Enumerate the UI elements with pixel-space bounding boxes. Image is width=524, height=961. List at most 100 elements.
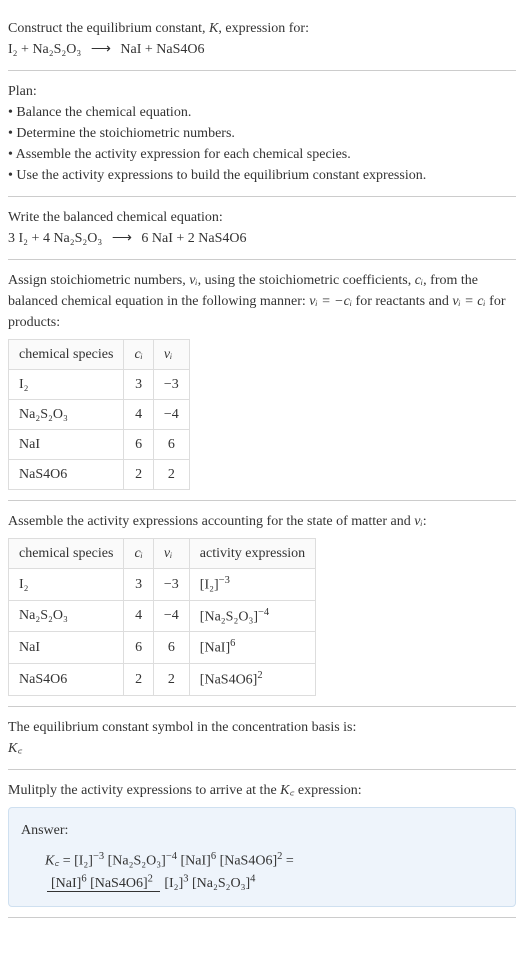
intro-equation: I₂ + Na₂S₂O₃ ⟶ NaI + NaS4O6: [8, 39, 516, 60]
act-exp: 6: [230, 638, 235, 649]
assign-text: Assign stoichiometric numbers, νᵢ, using…: [8, 270, 516, 333]
cell-c: 3: [124, 370, 153, 400]
answer-box: Answer: K꜀ = [I₂]−3 [Na₂S₂O₃]−4 [NaI]6 […: [8, 807, 516, 907]
cell-species: NaS4O6: [9, 460, 124, 490]
table-row: Na₂S₂O₃4−4: [9, 400, 190, 430]
act-base: [NaS4O6]: [200, 673, 258, 688]
table-row: NaI66: [9, 430, 190, 460]
plan-bullet: • Balance the chemical equation.: [8, 102, 516, 123]
intro-text-b: , expression for:: [218, 21, 309, 36]
multiply-t: expression:: [294, 783, 361, 798]
cell-species: NaI: [9, 430, 124, 460]
activity-nu: νᵢ: [414, 514, 422, 529]
cell-species: Na₂S₂O₃: [9, 600, 124, 632]
assign-section: Assign stoichiometric numbers, νᵢ, using…: [8, 260, 516, 501]
cell-v: 6: [153, 430, 189, 460]
intro-section: Construct the equilibrium constant, K, e…: [8, 8, 516, 71]
col-header: cᵢ: [124, 340, 153, 370]
cell-species: NaS4O6: [9, 663, 124, 695]
plan-section: Plan: • Balance the chemical equation. •…: [8, 71, 516, 197]
cell-species: I₂: [9, 569, 124, 601]
balanced-right: 6 NaI + 2 NaS4O6: [141, 231, 246, 246]
table-row: I₂ 3 −3 [I₂]−3: [9, 569, 316, 601]
term-exp: 6: [81, 873, 86, 884]
cell-v: 2: [153, 460, 189, 490]
assign-table: chemical species cᵢ νᵢ I₂3−3 Na₂S₂O₃4−4 …: [8, 339, 190, 490]
symbol-kc: K꜀: [8, 738, 516, 759]
balanced-section: Write the balanced chemical equation: 3 …: [8, 197, 516, 260]
answer-label: Answer:: [21, 820, 503, 841]
act-base: [I₂]: [200, 578, 219, 593]
cell-v: −3: [153, 569, 189, 601]
cell-species: Na₂S₂O₃: [9, 400, 124, 430]
balanced-equation: 3 I₂ + 4 Na₂S₂O₃ ⟶ 6 NaI + 2 NaS4O6: [8, 228, 516, 249]
table-row: NaS4O622: [9, 460, 190, 490]
multiply-t: Mulitply the activity expressions to arr…: [8, 783, 280, 798]
cell-species: I₂: [9, 370, 124, 400]
cell-activity: [Na₂S₂O₃]−4: [189, 600, 315, 632]
activity-table: chemical species cᵢ νᵢ activity expressi…: [8, 538, 316, 696]
cell-v: 6: [153, 632, 189, 664]
act-base: [NaI]: [200, 641, 230, 656]
eq-right: NaI + NaS4O6: [120, 42, 204, 57]
cell-c: 2: [124, 663, 153, 695]
cell-c: 4: [124, 600, 153, 632]
col-header: chemical species: [9, 340, 124, 370]
plan-bullet: • Determine the stoichiometric numbers.: [8, 123, 516, 144]
multiply-section: Mulitply the activity expressions to arr…: [8, 770, 516, 918]
symbol-line: The equilibrium constant symbol in the c…: [8, 717, 516, 738]
term-base: [NaI]: [181, 853, 211, 868]
assign-rel: νᵢ = cᵢ: [452, 294, 485, 309]
intro-line: Construct the equilibrium constant, K, e…: [8, 18, 516, 39]
table-header-row: chemical species cᵢ νᵢ: [9, 340, 190, 370]
answer-kc: K꜀: [45, 853, 59, 868]
cell-c: 3: [124, 569, 153, 601]
col-header: cᵢ: [124, 539, 153, 569]
numerator: [NaI]6 [NaS4O6]2: [47, 876, 160, 892]
act-exp: −4: [258, 607, 269, 618]
assign-rel: νᵢ = −cᵢ: [309, 294, 352, 309]
col-header: νᵢ: [153, 340, 189, 370]
term-exp: 3: [183, 873, 188, 884]
assign-t: Assign stoichiometric numbers,: [8, 273, 189, 288]
multiply-kc: K꜀: [280, 783, 294, 798]
term-base: [Na₂S₂O₃]: [108, 853, 166, 868]
assign-t: , using the stoichiometric coefficients,: [198, 273, 415, 288]
table-row: I₂3−3: [9, 370, 190, 400]
term-exp: −3: [93, 851, 104, 862]
act-exp: −3: [219, 575, 230, 586]
cell-c: 2: [124, 460, 153, 490]
col-header: activity expression: [189, 539, 315, 569]
term-base: [Na₂S₂O₃]: [192, 876, 250, 891]
table-header-row: chemical species cᵢ νᵢ activity expressi…: [9, 539, 316, 569]
cell-c: 6: [124, 632, 153, 664]
answer-eq: =: [59, 853, 74, 868]
term-base: [I₂]: [164, 876, 183, 891]
act-base: [Na₂S₂O₃]: [200, 609, 258, 624]
cell-c: 4: [124, 400, 153, 430]
denominator: [I₂]3 [Na₂S₂O₃]4: [160, 876, 259, 891]
col-header: chemical species: [9, 539, 124, 569]
arrow-icon: ⟶: [112, 228, 132, 249]
activity-t: Assemble the activity expressions accoun…: [8, 514, 414, 529]
cell-v: −4: [153, 400, 189, 430]
symbol-section: The equilibrium constant symbol in the c…: [8, 707, 516, 770]
fraction: [NaI]6 [NaS4O6]2 [I₂]3 [Na₂S₂O₃]4: [47, 871, 259, 894]
plan-bullet: • Use the activity expressions to build …: [8, 165, 516, 186]
term-base: [NaS4O6]: [220, 853, 278, 868]
answer-eq: =: [282, 853, 293, 868]
cell-activity: [NaI]6: [189, 632, 315, 664]
table-row: Na₂S₂O₃ 4 −4 [Na₂S₂O₃]−4: [9, 600, 316, 632]
term-exp: 4: [250, 873, 255, 884]
term-exp: 6: [211, 851, 216, 862]
balanced-title: Write the balanced chemical equation:: [8, 207, 516, 228]
cell-v: −4: [153, 600, 189, 632]
term-base: [I₂]: [74, 853, 93, 868]
table-row: NaI 6 6 [NaI]6: [9, 632, 316, 664]
plan-title: Plan:: [8, 81, 516, 102]
assign-nu: νᵢ: [189, 273, 197, 288]
assign-t: for reactants and: [352, 294, 452, 309]
cell-v: −3: [153, 370, 189, 400]
arrow-icon: ⟶: [91, 39, 111, 60]
term-exp: 2: [148, 873, 153, 884]
